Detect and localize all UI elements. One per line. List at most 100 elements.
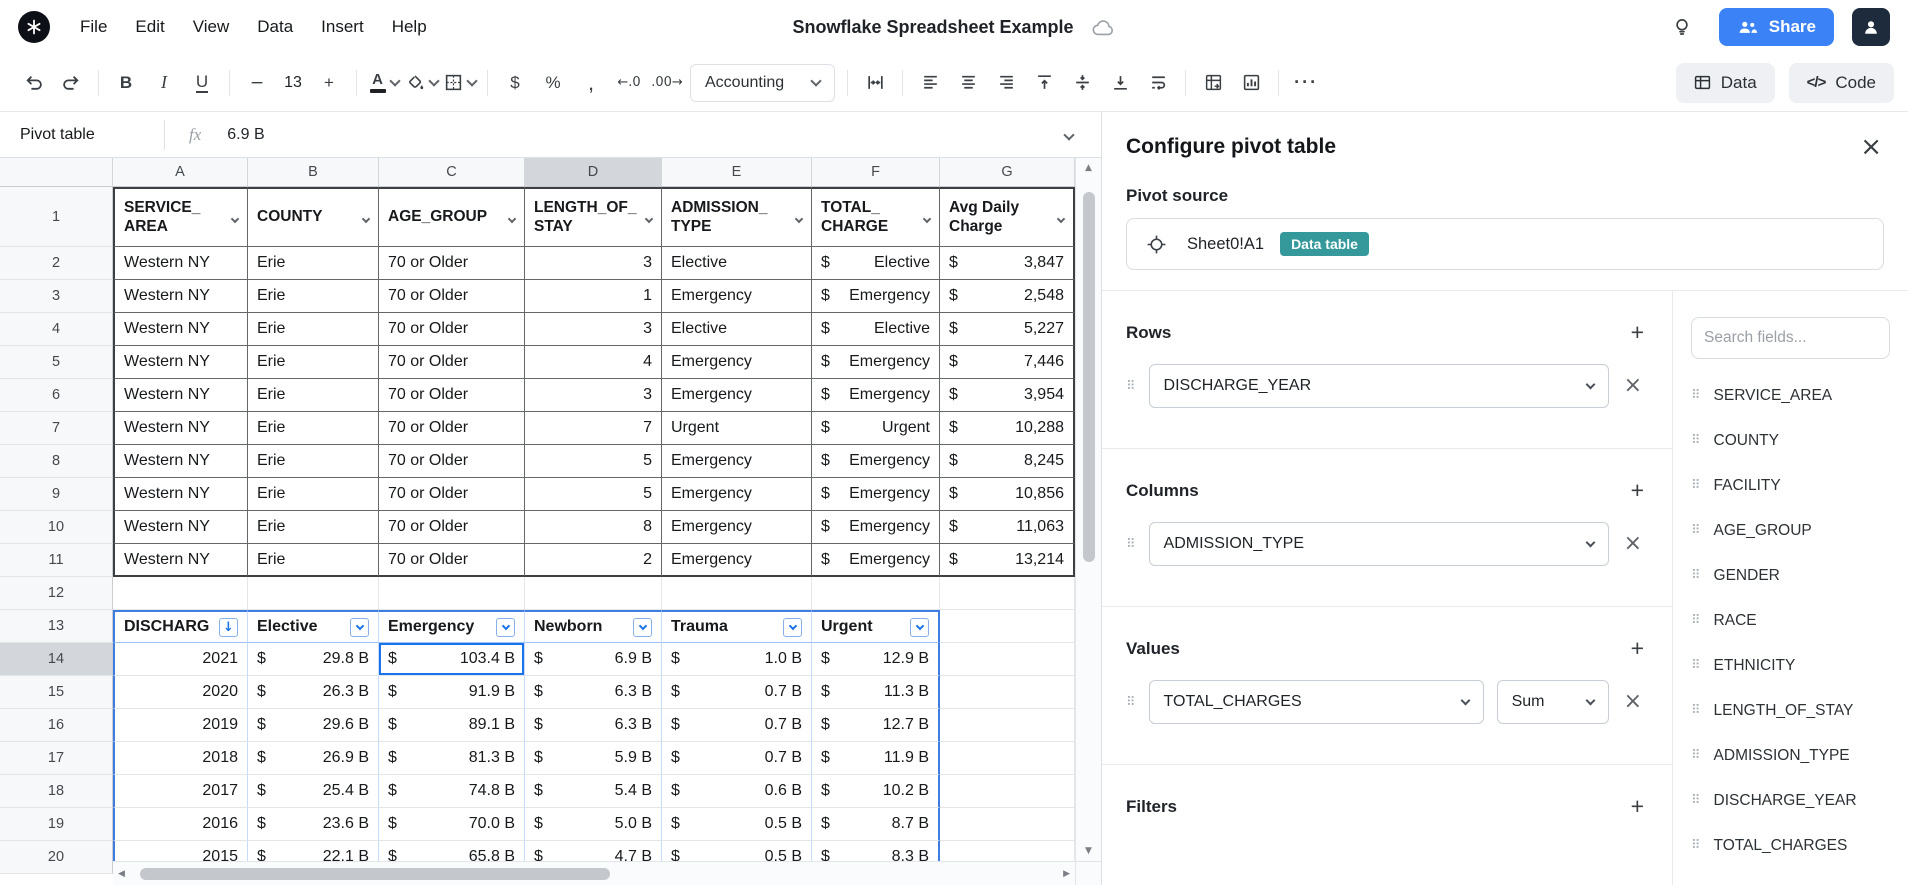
row-header-7[interactable]: 7	[0, 412, 113, 445]
column-header-E[interactable]: E	[662, 158, 812, 187]
cell[interactable]: Erie	[248, 247, 379, 280]
cell[interactable]: $1.0 B	[662, 643, 812, 676]
cell[interactable]: 70 or Older	[379, 478, 525, 511]
cell[interactable]: $25.4 B	[248, 775, 379, 808]
row-header-2[interactable]: 2	[0, 247, 113, 280]
filter-chevron-icon[interactable]	[1058, 209, 1064, 227]
row-header-4[interactable]: 4	[0, 313, 113, 346]
cell[interactable]: $11,063	[940, 511, 1075, 544]
horizontal-scrollbar-thumb[interactable]	[140, 868, 610, 880]
borders-button[interactable]	[441, 64, 479, 102]
cell[interactable]	[940, 610, 1075, 643]
add-filters-field-button[interactable]: +	[1631, 795, 1644, 818]
cell[interactable]: $74.8 B	[379, 775, 525, 808]
cell[interactable]: 3	[525, 313, 662, 346]
cell[interactable]: $2,548	[940, 280, 1075, 313]
row-header-12[interactable]: 12	[0, 577, 113, 610]
cell[interactable]	[940, 676, 1075, 709]
drag-handle-icon[interactable]: ⠿	[1691, 478, 1701, 493]
filter-chevron-icon[interactable]	[796, 209, 802, 227]
cell[interactable]: Erie	[248, 544, 379, 577]
field-item-discharge_year[interactable]: ⠿DISCHARGE_YEAR	[1691, 778, 1890, 823]
cell[interactable]: $0.7 B	[662, 709, 812, 742]
cell[interactable]: $5,227	[940, 313, 1075, 346]
cell[interactable]: 2019	[113, 709, 248, 742]
cell[interactable]: 70 or Older	[379, 445, 525, 478]
cell[interactable]: 3	[525, 379, 662, 412]
cell[interactable]	[379, 577, 525, 610]
drag-handle-icon[interactable]: ⠿	[1126, 379, 1136, 394]
data-table-header[interactable]: ADMISSION_TYPE	[662, 187, 812, 247]
cell[interactable]: $13,214	[940, 544, 1075, 577]
cell[interactable]: $12.9 B	[812, 643, 940, 676]
remove-values-field-button[interactable]: ×	[1622, 691, 1644, 713]
cell[interactable]: $0.6 B	[662, 775, 812, 808]
align-right-button[interactable]	[987, 64, 1025, 102]
scroll-left-icon[interactable]: ◀	[113, 864, 130, 884]
field-item-ethnicity[interactable]: ⠿ETHNICITY	[1691, 643, 1890, 688]
field-item-total_charges[interactable]: ⠿TOTAL_CHARGES	[1691, 823, 1890, 868]
selected-cell[interactable]: $103.4 B	[379, 643, 525, 676]
add-rows-field-button[interactable]: +	[1631, 321, 1644, 344]
cell[interactable]	[940, 709, 1075, 742]
row-header-18[interactable]: 18	[0, 775, 113, 808]
insert-chart-button[interactable]	[1232, 64, 1270, 102]
cell[interactable]: Elective	[662, 247, 812, 280]
cell[interactable]: Western NY	[113, 313, 248, 346]
cell[interactable]: $Emergency	[812, 280, 940, 313]
cell[interactable]: 70 or Older	[379, 346, 525, 379]
vertical-align-middle-button[interactable]	[1063, 64, 1101, 102]
cell[interactable]: $91.9 B	[379, 676, 525, 709]
scroll-down-icon[interactable]: ▼	[1080, 841, 1097, 861]
field-item-age_group[interactable]: ⠿AGE_GROUP	[1691, 508, 1890, 553]
italic-button[interactable]: I	[145, 64, 183, 102]
expand-formula-bar-icon[interactable]	[1065, 126, 1073, 144]
cell[interactable]: $6.9 B	[525, 643, 662, 676]
cell[interactable]	[940, 577, 1075, 610]
vertical-scrollbar-thumb[interactable]	[1083, 192, 1095, 562]
row-header-9[interactable]: 9	[0, 478, 113, 511]
cell[interactable]: Western NY	[113, 478, 248, 511]
cell[interactable]: $89.1 B	[379, 709, 525, 742]
percent-format-button[interactable]: %	[534, 64, 572, 102]
cell[interactable]: $0.5 B	[662, 808, 812, 841]
drag-handle-icon[interactable]: ⠿	[1691, 793, 1701, 808]
cell[interactable]: $7,446	[940, 346, 1075, 379]
row-header-6[interactable]: 6	[0, 379, 113, 412]
menu-insert[interactable]: Insert	[307, 10, 378, 44]
pivot-header[interactable]: Elective	[248, 610, 379, 643]
app-logo-icon[interactable]	[18, 11, 50, 43]
row-header-15[interactable]: 15	[0, 676, 113, 709]
decrease-decimal-button[interactable]: ←.0	[610, 64, 648, 102]
lightbulb-icon[interactable]	[1663, 8, 1701, 46]
cell[interactable]: $5.9 B	[525, 742, 662, 775]
menu-help[interactable]: Help	[378, 10, 441, 44]
pivot-header[interactable]: Trauma	[662, 610, 812, 643]
menu-edit[interactable]: Edit	[121, 10, 178, 44]
remove-rows-field-button[interactable]: ×	[1622, 375, 1644, 397]
select-range-icon[interactable]	[1133, 222, 1179, 266]
row-header-3[interactable]: 3	[0, 280, 113, 313]
cell[interactable]: $5.4 B	[525, 775, 662, 808]
cell[interactable]	[940, 808, 1075, 841]
cell[interactable]: $Emergency	[812, 544, 940, 577]
add-values-field-button[interactable]: +	[1631, 637, 1644, 660]
cell[interactable]: $0.7 B	[662, 676, 812, 709]
row-header-5[interactable]: 5	[0, 346, 113, 379]
drag-handle-icon[interactable]: ⠿	[1691, 388, 1701, 403]
cell[interactable]: 70 or Older	[379, 247, 525, 280]
cell[interactable]: $29.6 B	[248, 709, 379, 742]
remove-columns-field-button[interactable]: ×	[1622, 533, 1644, 555]
cell[interactable]: $Elective	[812, 313, 940, 346]
pivot-header[interactable]: Newborn	[525, 610, 662, 643]
cell[interactable]: $12.7 B	[812, 709, 940, 742]
field-item-county[interactable]: ⠿COUNTY	[1691, 418, 1890, 463]
add-columns-field-button[interactable]: +	[1631, 479, 1644, 502]
cell[interactable]: Emergency	[662, 544, 812, 577]
cell[interactable]: $Emergency	[812, 478, 940, 511]
filter-chevron-icon[interactable]	[924, 209, 930, 227]
field-item-length_of_stay[interactable]: ⠿LENGTH_OF_STAY	[1691, 688, 1890, 733]
cell[interactable]: $8.7 B	[812, 808, 940, 841]
cell[interactable]: $6.3 B	[525, 676, 662, 709]
rows-field-dropdown[interactable]: DISCHARGE_YEAR	[1149, 364, 1609, 408]
